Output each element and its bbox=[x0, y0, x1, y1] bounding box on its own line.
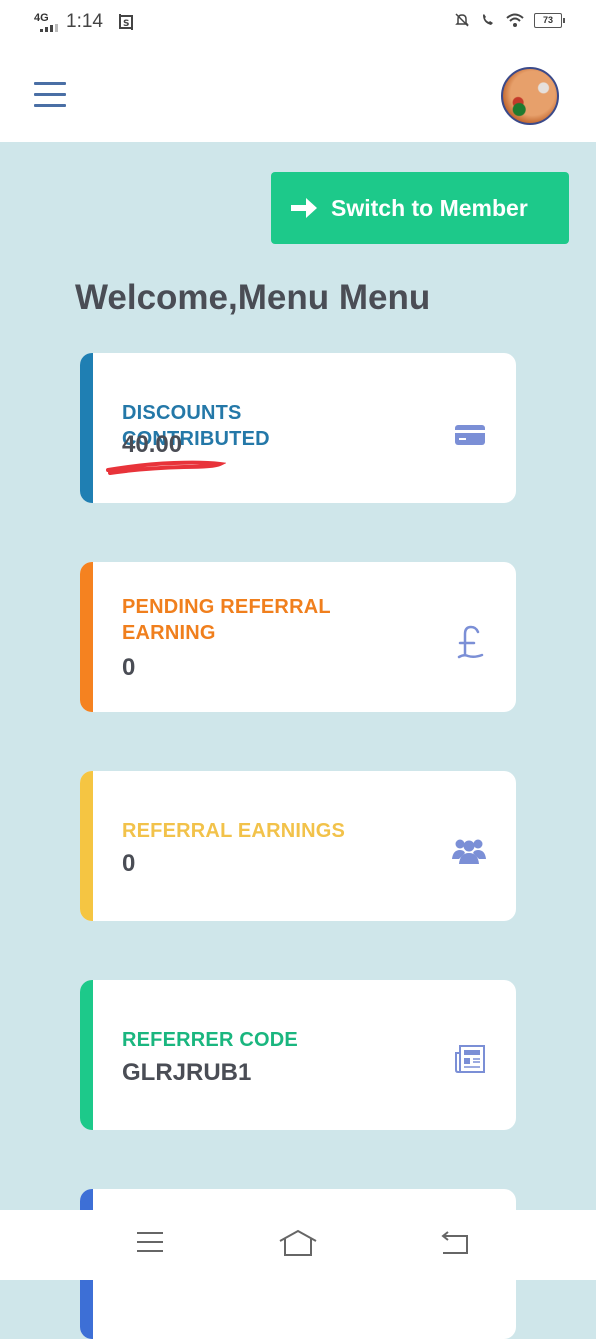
card-accent bbox=[80, 980, 93, 1130]
pound-sterling-icon bbox=[457, 625, 484, 659]
discounts-contributed-card[interactable]: DISCOUNTS CONTRIBUTED 40.00 bbox=[80, 353, 516, 503]
battery-indicator: 73 bbox=[534, 12, 565, 28]
status-bar: 4G 1:14 S 73 bbox=[0, 0, 596, 46]
arrow-right-icon bbox=[291, 198, 317, 218]
pending-referral-earning-card[interactable]: PENDING REFERRAL EARNING 0 bbox=[80, 562, 516, 712]
switch-to-member-button[interactable]: Switch to Member bbox=[271, 172, 569, 244]
card-value: 0 bbox=[122, 654, 136, 681]
card-title: REFERRER CODE bbox=[122, 1029, 298, 1051]
mute-bell-icon bbox=[455, 13, 469, 27]
card-value: 0 bbox=[122, 850, 136, 877]
card-title: REFERRAL EARNINGS bbox=[122, 820, 346, 842]
user-avatar[interactable] bbox=[501, 67, 559, 125]
referrer-code-card[interactable]: REFERRER CODE GLRJRUB1 bbox=[80, 980, 516, 1130]
wifi-icon bbox=[506, 13, 524, 27]
back-icon[interactable] bbox=[440, 1230, 470, 1256]
welcome-heading: Welcome,Menu Menu bbox=[75, 278, 431, 317]
card-accent bbox=[80, 771, 93, 921]
referral-earnings-card[interactable]: REFERRAL EARNINGS 0 bbox=[80, 771, 516, 921]
red-underline-annotation bbox=[106, 460, 226, 475]
credit-card-icon bbox=[455, 425, 485, 445]
wifi-call-icon bbox=[483, 14, 493, 25]
menu-icon[interactable] bbox=[136, 1230, 164, 1254]
switch-button-label: Switch to Member bbox=[331, 194, 528, 221]
card-title: PENDING REFERRAL EARNING bbox=[122, 596, 331, 644]
card-value: 40.00 bbox=[122, 431, 183, 458]
screenshot-icon: S bbox=[119, 14, 133, 30]
svg-text:S: S bbox=[123, 19, 129, 29]
hamburger-menu-icon[interactable] bbox=[34, 82, 66, 108]
newspaper-icon bbox=[455, 1045, 485, 1073]
users-icon bbox=[452, 839, 486, 864]
card-accent bbox=[80, 562, 93, 712]
signal-icon bbox=[40, 24, 58, 32]
network-type: 4G bbox=[34, 12, 49, 24]
clock: 1:14 bbox=[66, 11, 103, 32]
home-icon[interactable] bbox=[278, 1228, 318, 1258]
system-navigation-bar bbox=[0, 1210, 596, 1280]
card-accent bbox=[80, 353, 93, 503]
app-header bbox=[0, 46, 596, 142]
card-value: GLRJRUB1 bbox=[122, 1059, 252, 1086]
